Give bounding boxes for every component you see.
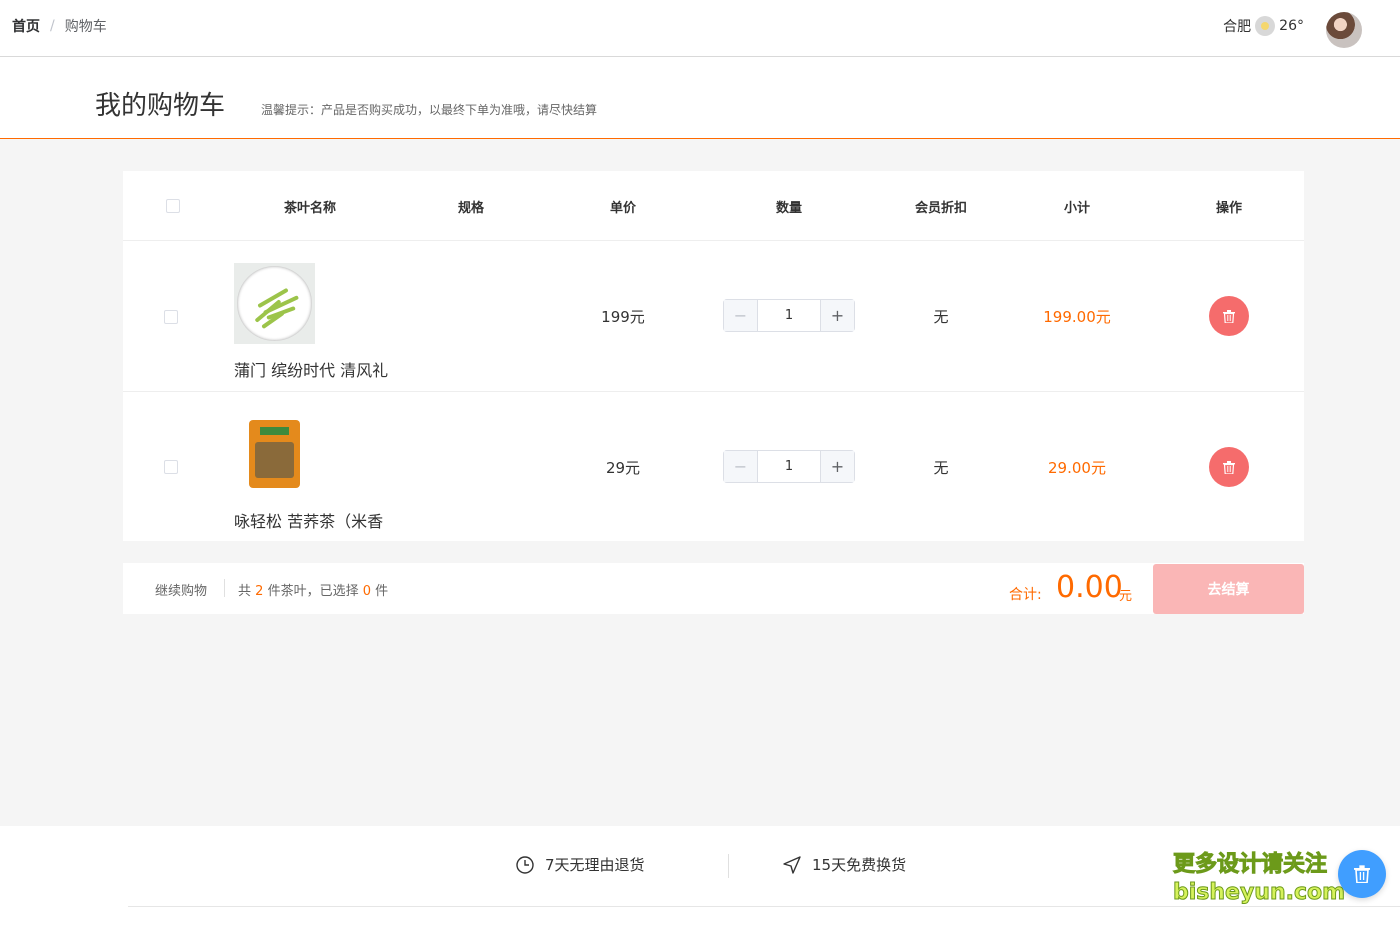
column-header-actions: 操作 — [1215, 201, 1242, 216]
weather-temperature: 26° — [1279, 18, 1304, 34]
increase-button[interactable]: + — [820, 300, 854, 331]
column-header-name: 茶叶名称 — [283, 201, 336, 216]
product-image[interactable] — [234, 263, 315, 344]
table-row: 咏轻松 苦荞茶（米香 29元 − 1 + 无 29.00元 — [123, 392, 1304, 541]
quantity-input[interactable]: 1 — [758, 451, 820, 482]
weather-widget: 合肥 26° — [1223, 16, 1304, 36]
promo-watermark: 更多设计请关注 bisheyun.com — [1172, 851, 1346, 907]
page-tip: 温馨提示：产品是否购买成功，以最终下单为准哦，请尽快结算 — [261, 103, 598, 117]
row-subtotal: 199.00元 — [1043, 308, 1111, 326]
checkout-button[interactable]: 去结算 — [1153, 564, 1304, 614]
navigation-arrow-icon — [783, 855, 801, 874]
table-header: 茶叶名称 规格 单价 数量 会员折扣 小计 操作 — [123, 171, 1304, 241]
delete-button[interactable] — [1209, 447, 1249, 487]
row-checkbox[interactable] — [164, 310, 178, 324]
row-checkbox[interactable] — [164, 460, 178, 474]
decrease-button[interactable]: − — [724, 451, 758, 482]
floating-cart-button[interactable] — [1338, 850, 1386, 898]
breadcrumb-separator: / — [50, 18, 55, 34]
column-header-spec: 规格 — [457, 201, 484, 216]
column-header-quantity: 数量 — [775, 201, 802, 216]
total-label: 合计: — [1009, 587, 1042, 603]
count-prefix: 共 — [238, 584, 252, 599]
trash-icon — [1223, 460, 1235, 474]
table-row: 蒲门 缤纷时代 清风礼 199元 − 1 + 无 199.00元 — [123, 241, 1304, 392]
total-unit: 元 — [1119, 589, 1133, 604]
unit-price: 199元 — [601, 308, 645, 326]
service-exchange: 15天免费换货 — [782, 854, 906, 875]
product-name[interactable]: 蒲门 缤纷时代 清风礼 — [234, 357, 396, 381]
cart-summary-bar: 继续购物 共 2 件茶叶，已选择 0 件 合计: 0.00 元 去结算 — [123, 563, 1304, 614]
row-subtotal: 29.00元 — [1048, 459, 1106, 477]
divider — [728, 854, 729, 878]
breadcrumb-home[interactable]: 首页 — [12, 16, 40, 36]
quantity-stepper: − 1 + — [723, 299, 855, 332]
product-image[interactable] — [234, 414, 315, 495]
column-header-discount: 会员折扣 — [914, 201, 967, 216]
item-count-text: 共 2 件茶叶，已选择 0 件 — [238, 580, 388, 599]
member-discount: 无 — [933, 459, 949, 477]
increase-button[interactable]: + — [820, 451, 854, 482]
member-discount: 无 — [933, 308, 949, 326]
promo-line-1: 更多设计请关注 — [1172, 852, 1328, 878]
service-exchange-label: 15天免费换货 — [812, 856, 907, 874]
page-title: 我的购物车 — [95, 91, 226, 121]
breadcrumb-current: 购物车 — [64, 19, 107, 35]
divider — [224, 579, 225, 597]
unit-price: 29元 — [605, 459, 641, 477]
avatar[interactable] — [1326, 12, 1362, 48]
services-footer: 7天无理由退货 15天免费换货 更多设计请关注 bisheyun.com — [0, 826, 1400, 928]
quantity-input[interactable]: 1 — [758, 300, 820, 331]
service-return-label: 7天无理由退货 — [545, 856, 645, 874]
column-header-price: 单价 — [609, 201, 636, 216]
clock-icon — [516, 855, 534, 874]
page-header: 我的购物车 温馨提示：产品是否购买成功，以最终下单为准哦，请尽快结算 — [0, 57, 1400, 139]
top-bar: 首页 / 购物车 合肥 26° — [0, 0, 1400, 57]
count-suffix: 件 — [375, 584, 389, 599]
total-value: 0.00 — [1056, 570, 1123, 605]
continue-shopping-link[interactable]: 继续购物 — [155, 580, 207, 599]
decrease-button[interactable]: − — [724, 300, 758, 331]
quantity-stepper: − 1 + — [723, 450, 855, 483]
product-name[interactable]: 咏轻松 苦荞茶（米香 — [234, 508, 396, 532]
trash-icon — [1354, 865, 1370, 883]
breadcrumb: 首页 / 购物车 — [12, 16, 107, 36]
weather-city: 合肥 — [1223, 19, 1252, 35]
column-header-subtotal: 小计 — [1063, 201, 1090, 216]
promo-line-2: bisheyun.com — [1172, 880, 1346, 906]
total-count: 2 — [255, 584, 264, 599]
trash-icon — [1223, 309, 1235, 323]
selected-count: 0 — [362, 584, 372, 599]
sun-icon — [1255, 16, 1276, 36]
service-return: 7天无理由退货 — [515, 854, 645, 875]
delete-button[interactable] — [1209, 296, 1249, 336]
cart-table: 茶叶名称 规格 单价 数量 会员折扣 小计 操作 蒲门 缤纷时代 清风礼 199… — [123, 171, 1304, 541]
count-mid: 件茶叶，已选择 — [267, 584, 359, 599]
select-all-checkbox[interactable] — [166, 199, 180, 213]
